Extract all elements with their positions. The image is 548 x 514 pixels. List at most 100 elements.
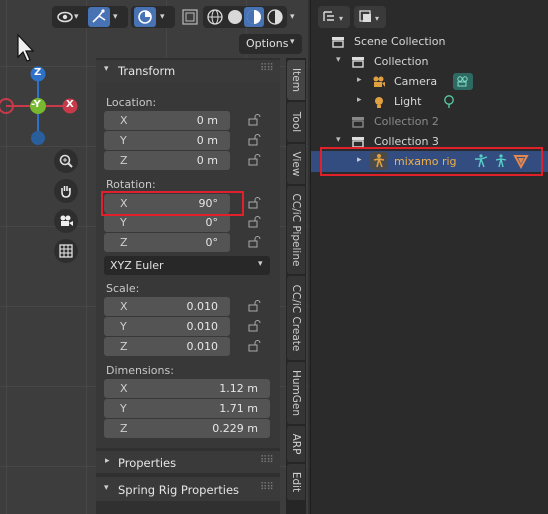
- chevron-down-icon[interactable]: ▾: [113, 12, 118, 22]
- field-value: 0 m: [196, 134, 218, 147]
- scale-y-field[interactable]: Y 0.010: [104, 317, 230, 336]
- tab-label: CC/iC Pipeline: [290, 193, 302, 267]
- dimensions-z-field[interactable]: Z 0.229 m: [104, 419, 270, 438]
- visibility-eye-icon[interactable]: [56, 8, 74, 26]
- gizmo-toggle-button[interactable]: [88, 7, 110, 27]
- tab-item[interactable]: Item: [287, 60, 305, 100]
- axis-label: Z: [120, 154, 128, 167]
- outliner-light[interactable]: ▸ Light: [311, 92, 548, 112]
- navigation-gizmo[interactable]: Z -Y X: [0, 64, 90, 150]
- wireframe-shading-icon[interactable]: [206, 8, 224, 26]
- pan-button[interactable]: [54, 179, 78, 203]
- ortho-toggle-button[interactable]: [54, 239, 78, 263]
- axis-label: Z: [120, 236, 128, 249]
- chevron-down-icon[interactable]: ▾: [290, 12, 295, 22]
- solid-shading-icon[interactable]: [226, 8, 244, 26]
- location-z-field[interactable]: Z 0 m: [104, 151, 230, 170]
- lock-location-x-icon[interactable]: [248, 114, 262, 126]
- tab-edit[interactable]: Edit: [287, 464, 305, 500]
- zoom-button[interactable]: [54, 149, 78, 173]
- lock-rotation-z-icon[interactable]: [248, 236, 262, 248]
- dimensions-x-field[interactable]: X 1.12 m: [104, 379, 270, 398]
- properties-title: Properties: [118, 456, 177, 470]
- lock-location-z-icon[interactable]: [248, 154, 262, 166]
- chevron-down-icon[interactable]: ▾: [336, 55, 341, 65]
- field-value: 0.010: [186, 340, 219, 353]
- rotation-mode-value: XYZ Euler: [110, 259, 164, 272]
- light-data-icon[interactable]: [442, 94, 456, 110]
- outliner-list-icon: ▾: [323, 11, 343, 23]
- tab-cc-pipeline[interactable]: CC/iC Pipeline: [287, 186, 305, 274]
- chevron-right-icon[interactable]: ▸: [357, 75, 362, 85]
- dimensions-y-field[interactable]: Y 1.71 m: [104, 399, 270, 418]
- field-value: 0°: [205, 236, 219, 249]
- rotation-z-field[interactable]: Z 0°: [104, 233, 230, 252]
- camera-icon: [60, 215, 73, 226]
- collection-icon: [352, 57, 364, 68]
- lock-scale-z-icon[interactable]: [248, 340, 262, 352]
- camera-view-button[interactable]: [54, 209, 78, 233]
- mixamo-rig-highlight: [320, 147, 543, 176]
- scene-collection-icon: [332, 37, 344, 48]
- scale-x-field[interactable]: X 0.010: [104, 297, 230, 316]
- lock-rotation-x-icon[interactable]: [248, 197, 262, 209]
- chevron-down-icon[interactable]: ▾: [74, 12, 82, 22]
- chevron-down-icon: ▾: [104, 64, 109, 74]
- chevron-right-icon: ▸: [105, 456, 110, 466]
- lock-scale-x-icon[interactable]: [248, 300, 262, 312]
- drag-handle-icon[interactable]: ⠿⠿: [260, 455, 274, 466]
- tab-arp[interactable]: ARP: [287, 426, 305, 462]
- chevron-down-icon[interactable]: ▾: [160, 12, 165, 22]
- scale-z-field[interactable]: Z 0.010: [104, 337, 230, 356]
- xray-toggle-icon[interactable]: [181, 8, 199, 26]
- drag-handle-icon[interactable]: ⠿⠿: [260, 63, 274, 74]
- tab-tool[interactable]: Tool: [287, 102, 305, 142]
- tab-label: Tool: [290, 111, 302, 133]
- dimensions-label: Dimensions:: [106, 364, 174, 377]
- chevron-down-icon[interactable]: ▾: [336, 135, 341, 145]
- drag-handle-icon[interactable]: ⠿⠿: [260, 482, 274, 493]
- lock-scale-y-icon[interactable]: [248, 320, 262, 332]
- mouse-cursor-icon: [16, 33, 36, 63]
- rotation-label: Rotation:: [106, 178, 156, 191]
- field-value: 1.12 m: [219, 382, 258, 395]
- filter-dropdown[interactable]: ▾: [354, 6, 386, 28]
- filter-icon: ▾: [359, 10, 379, 23]
- rotation-mode-dropdown[interactable]: XYZ Euler ▾: [104, 256, 270, 275]
- options-label: Options: [246, 37, 289, 50]
- rendered-shading-icon[interactable]: [266, 8, 284, 26]
- location-label: Location:: [106, 96, 157, 109]
- scale-label: Scale:: [106, 282, 140, 295]
- material-preview-icon[interactable]: [244, 7, 264, 27]
- tab-label: Edit: [290, 471, 302, 493]
- field-value: 0.229 m: [212, 422, 258, 435]
- tab-view[interactable]: View: [287, 144, 305, 184]
- lock-rotation-y-icon[interactable]: [248, 216, 262, 228]
- tab-label: View: [290, 151, 302, 177]
- outliner-collection[interactable]: ▾ Collection: [311, 52, 548, 72]
- options-button[interactable]: Options ▾: [239, 34, 302, 54]
- camera-data-icon[interactable]: [453, 73, 473, 90]
- axis-label: Y: [120, 134, 127, 147]
- tab-humgen[interactable]: HumGen: [287, 362, 305, 424]
- display-mode-dropdown[interactable]: ▾: [318, 6, 350, 28]
- gizmo-z-label: Z: [34, 67, 42, 78]
- overlays-icon[interactable]: [134, 7, 156, 27]
- chevron-right-icon[interactable]: ▸: [357, 95, 362, 105]
- field-value: 0°: [205, 216, 219, 229]
- axis-label: Z: [120, 340, 128, 353]
- lock-location-y-icon[interactable]: [248, 134, 262, 146]
- camera-object-icon: [373, 76, 385, 87]
- tab-cc-create[interactable]: CC/iC Create: [287, 276, 305, 360]
- collection-label: Collection: [374, 55, 429, 68]
- outliner-collection-2[interactable]: Collection 2: [311, 112, 548, 132]
- svg-text:▾: ▾: [339, 14, 343, 23]
- location-y-field[interactable]: Y 0 m: [104, 131, 230, 150]
- transform-title: Transform: [118, 64, 176, 78]
- chevron-down-icon: ▾: [104, 483, 109, 493]
- outliner-scene-collection[interactable]: Scene Collection: [311, 32, 548, 52]
- collection-icon: [352, 117, 364, 128]
- location-x-field[interactable]: X 0 m: [104, 111, 230, 130]
- outliner-camera[interactable]: ▸ Camera: [311, 72, 548, 92]
- zoom-icon: [59, 154, 73, 168]
